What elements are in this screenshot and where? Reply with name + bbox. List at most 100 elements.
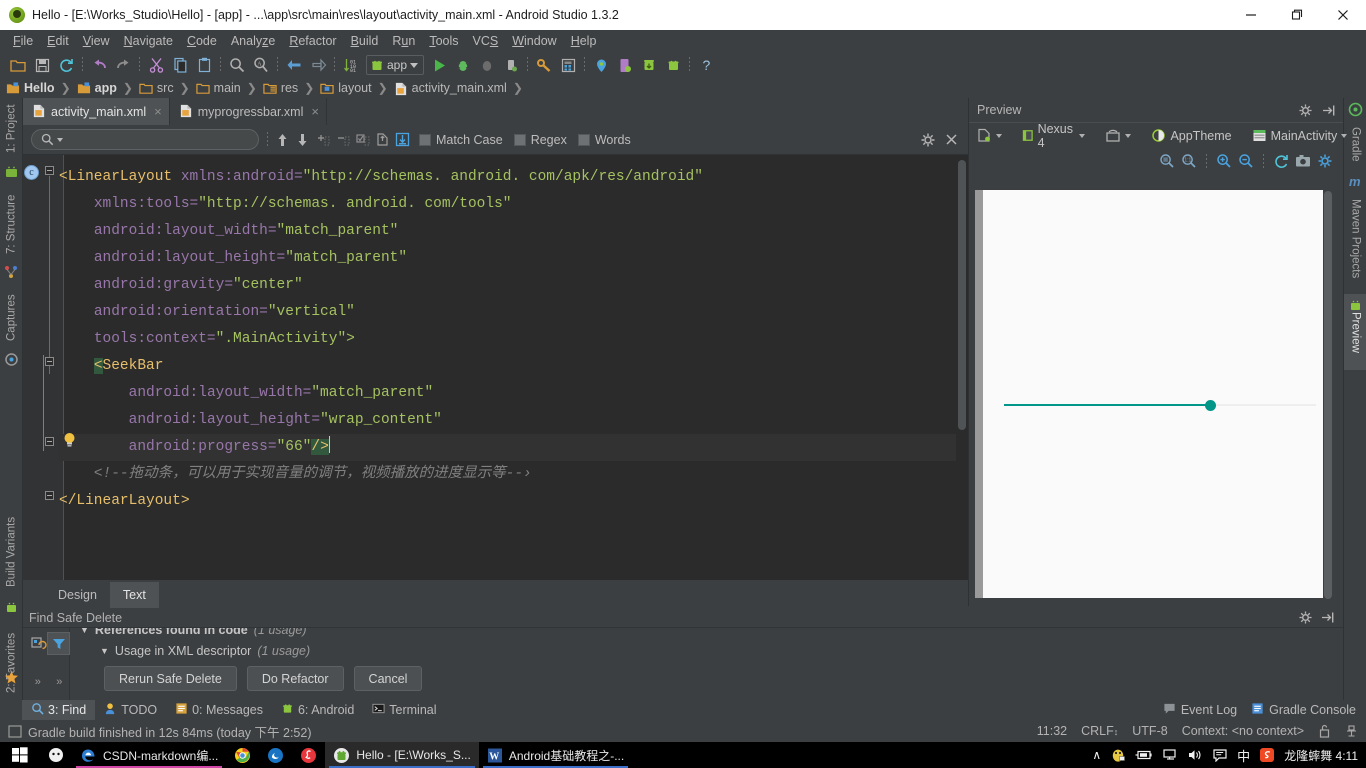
menu-item-help[interactable]: Help xyxy=(564,32,604,50)
help-icon[interactable]: ? xyxy=(694,54,718,76)
fold-toggle-icon[interactable] xyxy=(45,437,54,446)
search-input[interactable] xyxy=(31,129,259,150)
replace-icon[interactable]: A xyxy=(249,54,273,76)
undo-icon[interactable] xyxy=(87,54,111,76)
coverage-icon[interactable] xyxy=(475,54,499,76)
chevron-overflow-1[interactable]: » xyxy=(35,676,41,688)
sidebar-item-maven-projects[interactable]: Maven Projects xyxy=(1344,192,1366,286)
caret-position[interactable]: 11:32 xyxy=(1037,724,1067,738)
close-button[interactable] xyxy=(1320,0,1366,30)
battery-icon[interactable] xyxy=(1135,748,1153,762)
sdk-manager-icon[interactable] xyxy=(532,54,556,76)
sidebar-item-build-variants[interactable]: Build Variants xyxy=(0,508,23,596)
action-center-icon[interactable] xyxy=(1212,748,1228,762)
network-icon[interactable] xyxy=(1162,748,1178,762)
match-case-label[interactable]: Match Case xyxy=(436,133,503,147)
config-selector[interactable] xyxy=(973,128,1006,143)
sidebar-item-favorites[interactable]: 2: Favorites xyxy=(0,626,23,700)
menu-item-vcs[interactable]: VCS xyxy=(466,32,506,50)
do-refactor-button[interactable]: Do Refactor xyxy=(246,666,344,691)
menu-item-file[interactable]: File xyxy=(6,32,40,50)
taskbar-item-edge[interactable]: CSDN-markdown编... xyxy=(72,742,226,768)
editor-scrollbar[interactable] xyxy=(956,155,968,580)
context-indicator[interactable]: Context: <no context> xyxy=(1182,724,1304,738)
bottom-tab-gradle-console[interactable]: Gradle Console xyxy=(1251,702,1356,718)
close-icon[interactable]: × xyxy=(311,104,319,119)
find-icon[interactable] xyxy=(225,54,249,76)
seekbar-widget[interactable] xyxy=(1004,397,1316,413)
gradle-sync-icon[interactable] xyxy=(637,54,661,76)
preview-scrollbar[interactable] xyxy=(1323,190,1333,599)
menu-item-analyze[interactable]: Analyze xyxy=(224,32,282,50)
bottom-tab-6--android[interactable]: 6: Android xyxy=(272,700,363,720)
preview-device-canvas[interactable] xyxy=(983,190,1323,598)
preview-scrollbar-thumb[interactable] xyxy=(1324,191,1332,599)
forward-icon[interactable] xyxy=(306,54,330,76)
attach-debugger-icon[interactable] xyxy=(499,54,523,76)
menu-item-build[interactable]: Build xyxy=(344,32,386,50)
hide-icon[interactable] xyxy=(1322,104,1335,117)
taskbar-item-netease-music[interactable] xyxy=(292,742,325,768)
taskbar-cortana-button[interactable] xyxy=(40,742,72,768)
export-icon[interactable] xyxy=(392,130,412,150)
maximize-button[interactable] xyxy=(1274,0,1320,30)
cancel-button[interactable]: Cancel xyxy=(353,666,423,691)
chevron-overflow-2[interactable]: » xyxy=(56,676,62,688)
editor-tab-myprogressbar-xml[interactable]: myprogressbar.xml × xyxy=(170,98,327,125)
close-icon[interactable]: × xyxy=(154,104,162,119)
taskbar-item-chrome[interactable] xyxy=(226,742,259,768)
fold-toggle-icon[interactable] xyxy=(45,357,54,366)
gear-icon[interactable] xyxy=(921,133,935,147)
ime-chinese-icon[interactable]: 中 xyxy=(1237,746,1250,765)
code-editor[interactable]: <LinearLayout xmlns:android="http://sche… xyxy=(23,155,968,580)
match-case-checkbox[interactable] xyxy=(419,133,431,146)
find-prev-icon[interactable] xyxy=(272,130,292,150)
screenshot-icon[interactable] xyxy=(1293,151,1313,171)
refresh-icon[interactable] xyxy=(1271,151,1291,171)
activity-selector[interactable]: MainActivity xyxy=(1248,128,1352,143)
seekbar-thumb[interactable] xyxy=(1204,400,1216,411)
zoom-out-icon[interactable] xyxy=(1236,151,1256,171)
add-selection-icon[interactable] xyxy=(312,130,332,150)
breadcrumb-item-main[interactable]: main xyxy=(195,81,241,95)
editor-tab-activity_main-xml[interactable]: activity_main.xml × xyxy=(23,98,170,125)
taskbar-item-android-studio[interactable]: Hello - [E:\Works_S... xyxy=(325,742,479,768)
select-all-occurrences-icon[interactable] xyxy=(352,130,372,150)
qq-icon[interactable] xyxy=(1110,747,1126,763)
zoom-in-icon[interactable] xyxy=(1214,151,1234,171)
tray-expand-button[interactable]: ∧ xyxy=(1092,748,1101,762)
words-label[interactable]: Words xyxy=(595,133,631,147)
volume-icon[interactable] xyxy=(1187,748,1203,762)
orientation-selector[interactable] xyxy=(1101,128,1135,143)
run-icon[interactable] xyxy=(427,54,451,76)
gear-icon[interactable] xyxy=(1315,151,1335,171)
search-history-chevron-icon[interactable] xyxy=(57,137,63,142)
regex-checkbox[interactable] xyxy=(513,133,526,146)
unlock-icon[interactable] xyxy=(1318,724,1331,738)
inspection-icon[interactable] xyxy=(1345,724,1358,738)
tree-row[interactable]: ▼ References found in code (1 usage) xyxy=(80,628,1343,640)
menu-item-code[interactable]: Code xyxy=(180,32,224,50)
find-next-icon[interactable] xyxy=(292,130,312,150)
breadcrumb-item-src[interactable]: src xyxy=(139,81,174,95)
line-separator[interactable]: CRLF↕ xyxy=(1081,724,1118,738)
menu-item-refactor[interactable]: Refactor xyxy=(282,32,343,50)
open-in-find-window-icon[interactable] xyxy=(372,130,392,150)
close-icon[interactable] xyxy=(945,133,958,146)
find-results-tree[interactable]: ▼ References found in code (1 usage) ▼ U… xyxy=(70,628,1343,700)
breadcrumb-item-res[interactable]: res xyxy=(263,81,298,95)
remove-selection-icon[interactable] xyxy=(332,130,352,150)
menu-item-view[interactable]: View xyxy=(76,32,117,50)
fold-toggle-icon[interactable] xyxy=(45,491,54,500)
back-icon[interactable] xyxy=(282,54,306,76)
bottom-tab-event-log[interactable]: Event Log xyxy=(1163,702,1237,718)
breadcrumb-item-layout[interactable]: layout xyxy=(320,81,372,95)
intention-bulb-icon[interactable] xyxy=(62,432,77,449)
bottom-tab-terminal[interactable]: Terminal xyxy=(363,700,445,720)
save-all-icon[interactable] xyxy=(30,54,54,76)
breadcrumb-item-activity-main-xml[interactable]: activity_main.xml xyxy=(394,81,507,95)
device-icon[interactable] xyxy=(613,54,637,76)
regex-label[interactable]: Regex xyxy=(531,133,567,147)
menu-item-edit[interactable]: Edit xyxy=(40,32,76,50)
theme-selector[interactable]: AppTheme xyxy=(1147,128,1235,143)
